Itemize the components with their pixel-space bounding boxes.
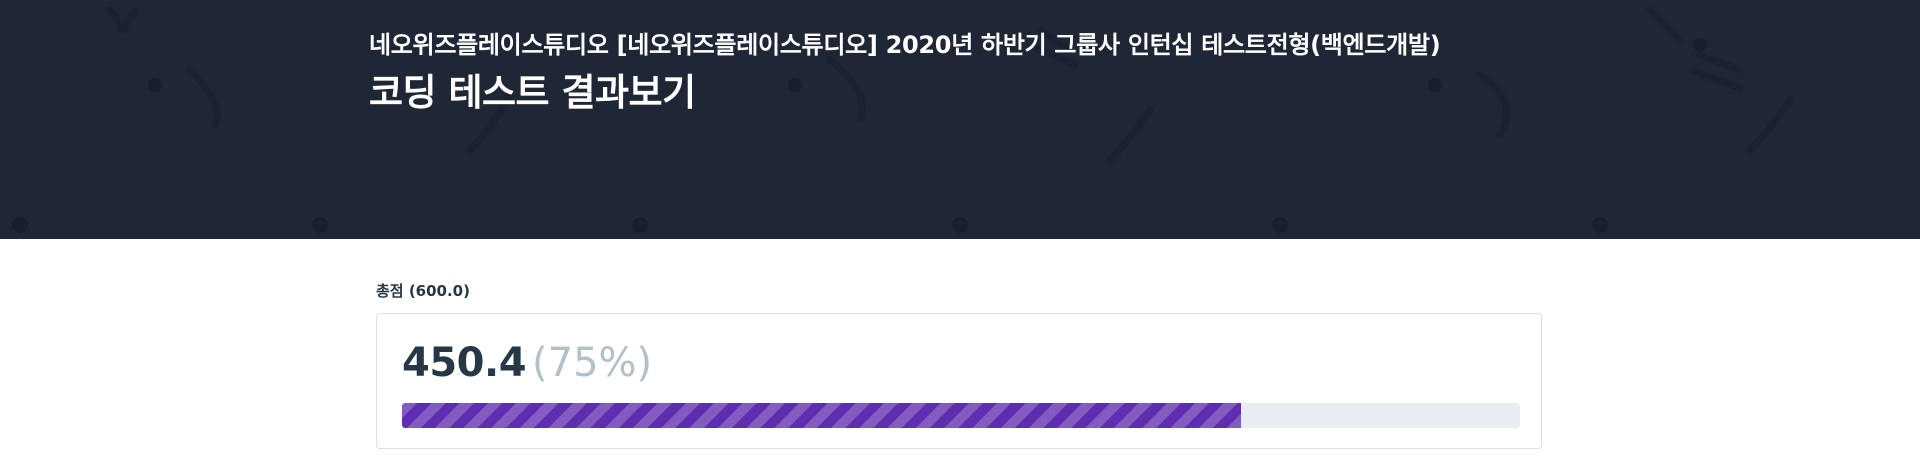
page-title: 코딩 테스트 결과보기: [369, 71, 696, 114]
score-progress-bar: [402, 403, 1520, 428]
header-text: 네오위즈플레이스튜디오 [네오위즈플레이스튜디오] 2020년 하반기 그룹사 …: [369, 24, 1569, 118]
score-percent: (75%): [532, 340, 653, 386]
score-line: 450.4 (75%): [402, 340, 652, 386]
total-score-label: 총점 (600.0): [376, 282, 470, 300]
test-name: 네오위즈플레이스튜디오 [네오위즈플레이스튜디오] 2020년 하반기 그룹사 …: [369, 31, 1441, 59]
score-progress-fill: [402, 403, 1241, 428]
score-value: 450.4: [402, 340, 527, 386]
header-banner: 네오위즈플레이스튜디오 [네오위즈플레이스튜디오] 2020년 하반기 그룹사 …: [0, 0, 1920, 239]
score-card: 450.4 (75%): [376, 313, 1542, 449]
score-section: 총점 (600.0) 450.4 (75%): [376, 280, 1544, 449]
